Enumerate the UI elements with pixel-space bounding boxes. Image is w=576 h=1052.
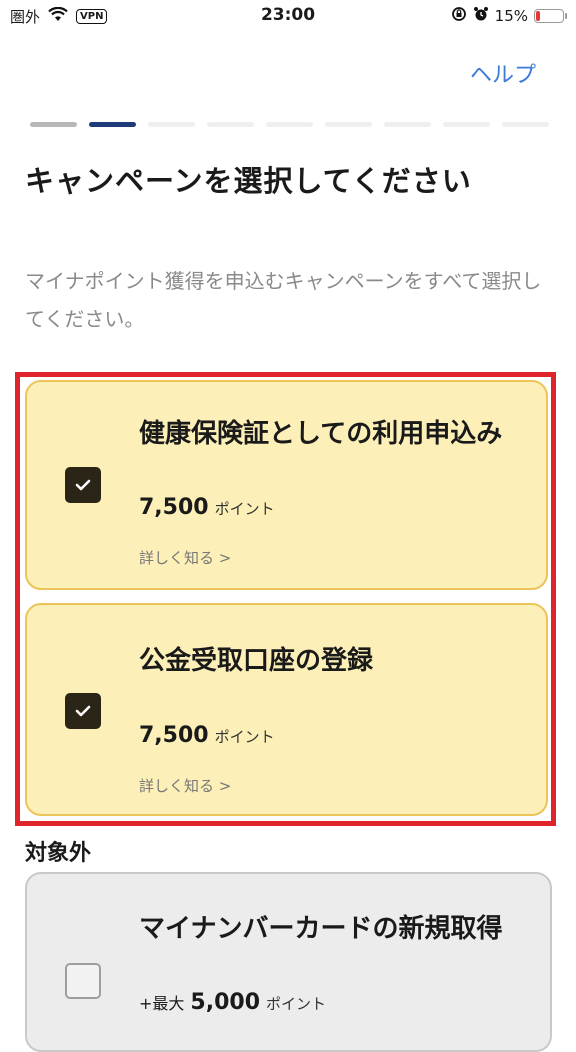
points-value: 7,500 xyxy=(139,723,209,748)
progress-step-2 xyxy=(89,122,136,127)
step-progress xyxy=(30,122,549,127)
learn-more-link[interactable]: 詳しく知る > xyxy=(139,547,231,568)
help-link[interactable]: ヘルプ xyxy=(470,57,536,89)
learn-more-link[interactable]: 詳しく知る > xyxy=(139,775,231,796)
points-unit: ポイント xyxy=(214,728,275,746)
campaign-card-public-account[interactable]: 公金受取口座の登録 7,500 ポイント 詳しく知る > xyxy=(25,603,548,816)
battery-percent: 15% xyxy=(494,7,528,25)
page-title: キャンペーンを選択してください xyxy=(25,164,472,198)
alarm-icon xyxy=(473,6,489,26)
campaign-checkbox-disabled xyxy=(65,963,101,999)
points-value: 7,500 xyxy=(139,495,209,520)
checkmark-icon xyxy=(75,479,91,491)
points-prefix: +最大 xyxy=(139,994,185,1013)
status-bar: 圏外 VPN 23:00 15% xyxy=(0,0,576,32)
campaign-card-new-card: マイナンバーカードの新規取得 +最大 5,000 ポイント xyxy=(25,872,552,1052)
points-unit: ポイント xyxy=(266,995,327,1013)
progress-step-9 xyxy=(502,122,549,127)
points-unit: ポイント xyxy=(214,500,275,518)
status-right: 15% xyxy=(451,6,567,26)
points-value: 5,000 xyxy=(190,990,261,1015)
progress-step-7 xyxy=(384,122,431,127)
battery-icon xyxy=(534,9,567,23)
campaign-checkbox[interactable] xyxy=(65,693,101,729)
progress-step-5 xyxy=(266,122,313,127)
excluded-section-heading: 対象外 xyxy=(25,841,92,866)
progress-step-4 xyxy=(207,122,254,127)
campaign-checkbox[interactable] xyxy=(65,467,101,503)
campaign-title: マイナンバーカードの新規取得 xyxy=(139,914,503,944)
campaign-points: 7,500 ポイント xyxy=(139,495,275,520)
campaign-card-health-insurance[interactable]: 健康保険証としての利用申込み 7,500 ポイント 詳しく知る > xyxy=(25,380,548,590)
orientation-lock-icon xyxy=(451,6,467,26)
page-description: マイナポイント獲得を申込むキャンペーンをすべて選択してください。 xyxy=(25,269,542,331)
campaign-title: 健康保険証としての利用申込み xyxy=(139,419,503,449)
battery-level xyxy=(536,11,540,21)
progress-step-6 xyxy=(325,122,372,127)
progress-step-1 xyxy=(30,122,77,127)
campaign-title: 公金受取口座の登録 xyxy=(139,646,374,676)
checkmark-icon xyxy=(75,705,91,717)
progress-step-3 xyxy=(148,122,195,127)
progress-step-8 xyxy=(443,122,490,127)
campaign-points: +最大 5,000 ポイント xyxy=(139,990,326,1015)
campaign-points: 7,500 ポイント xyxy=(139,723,275,748)
